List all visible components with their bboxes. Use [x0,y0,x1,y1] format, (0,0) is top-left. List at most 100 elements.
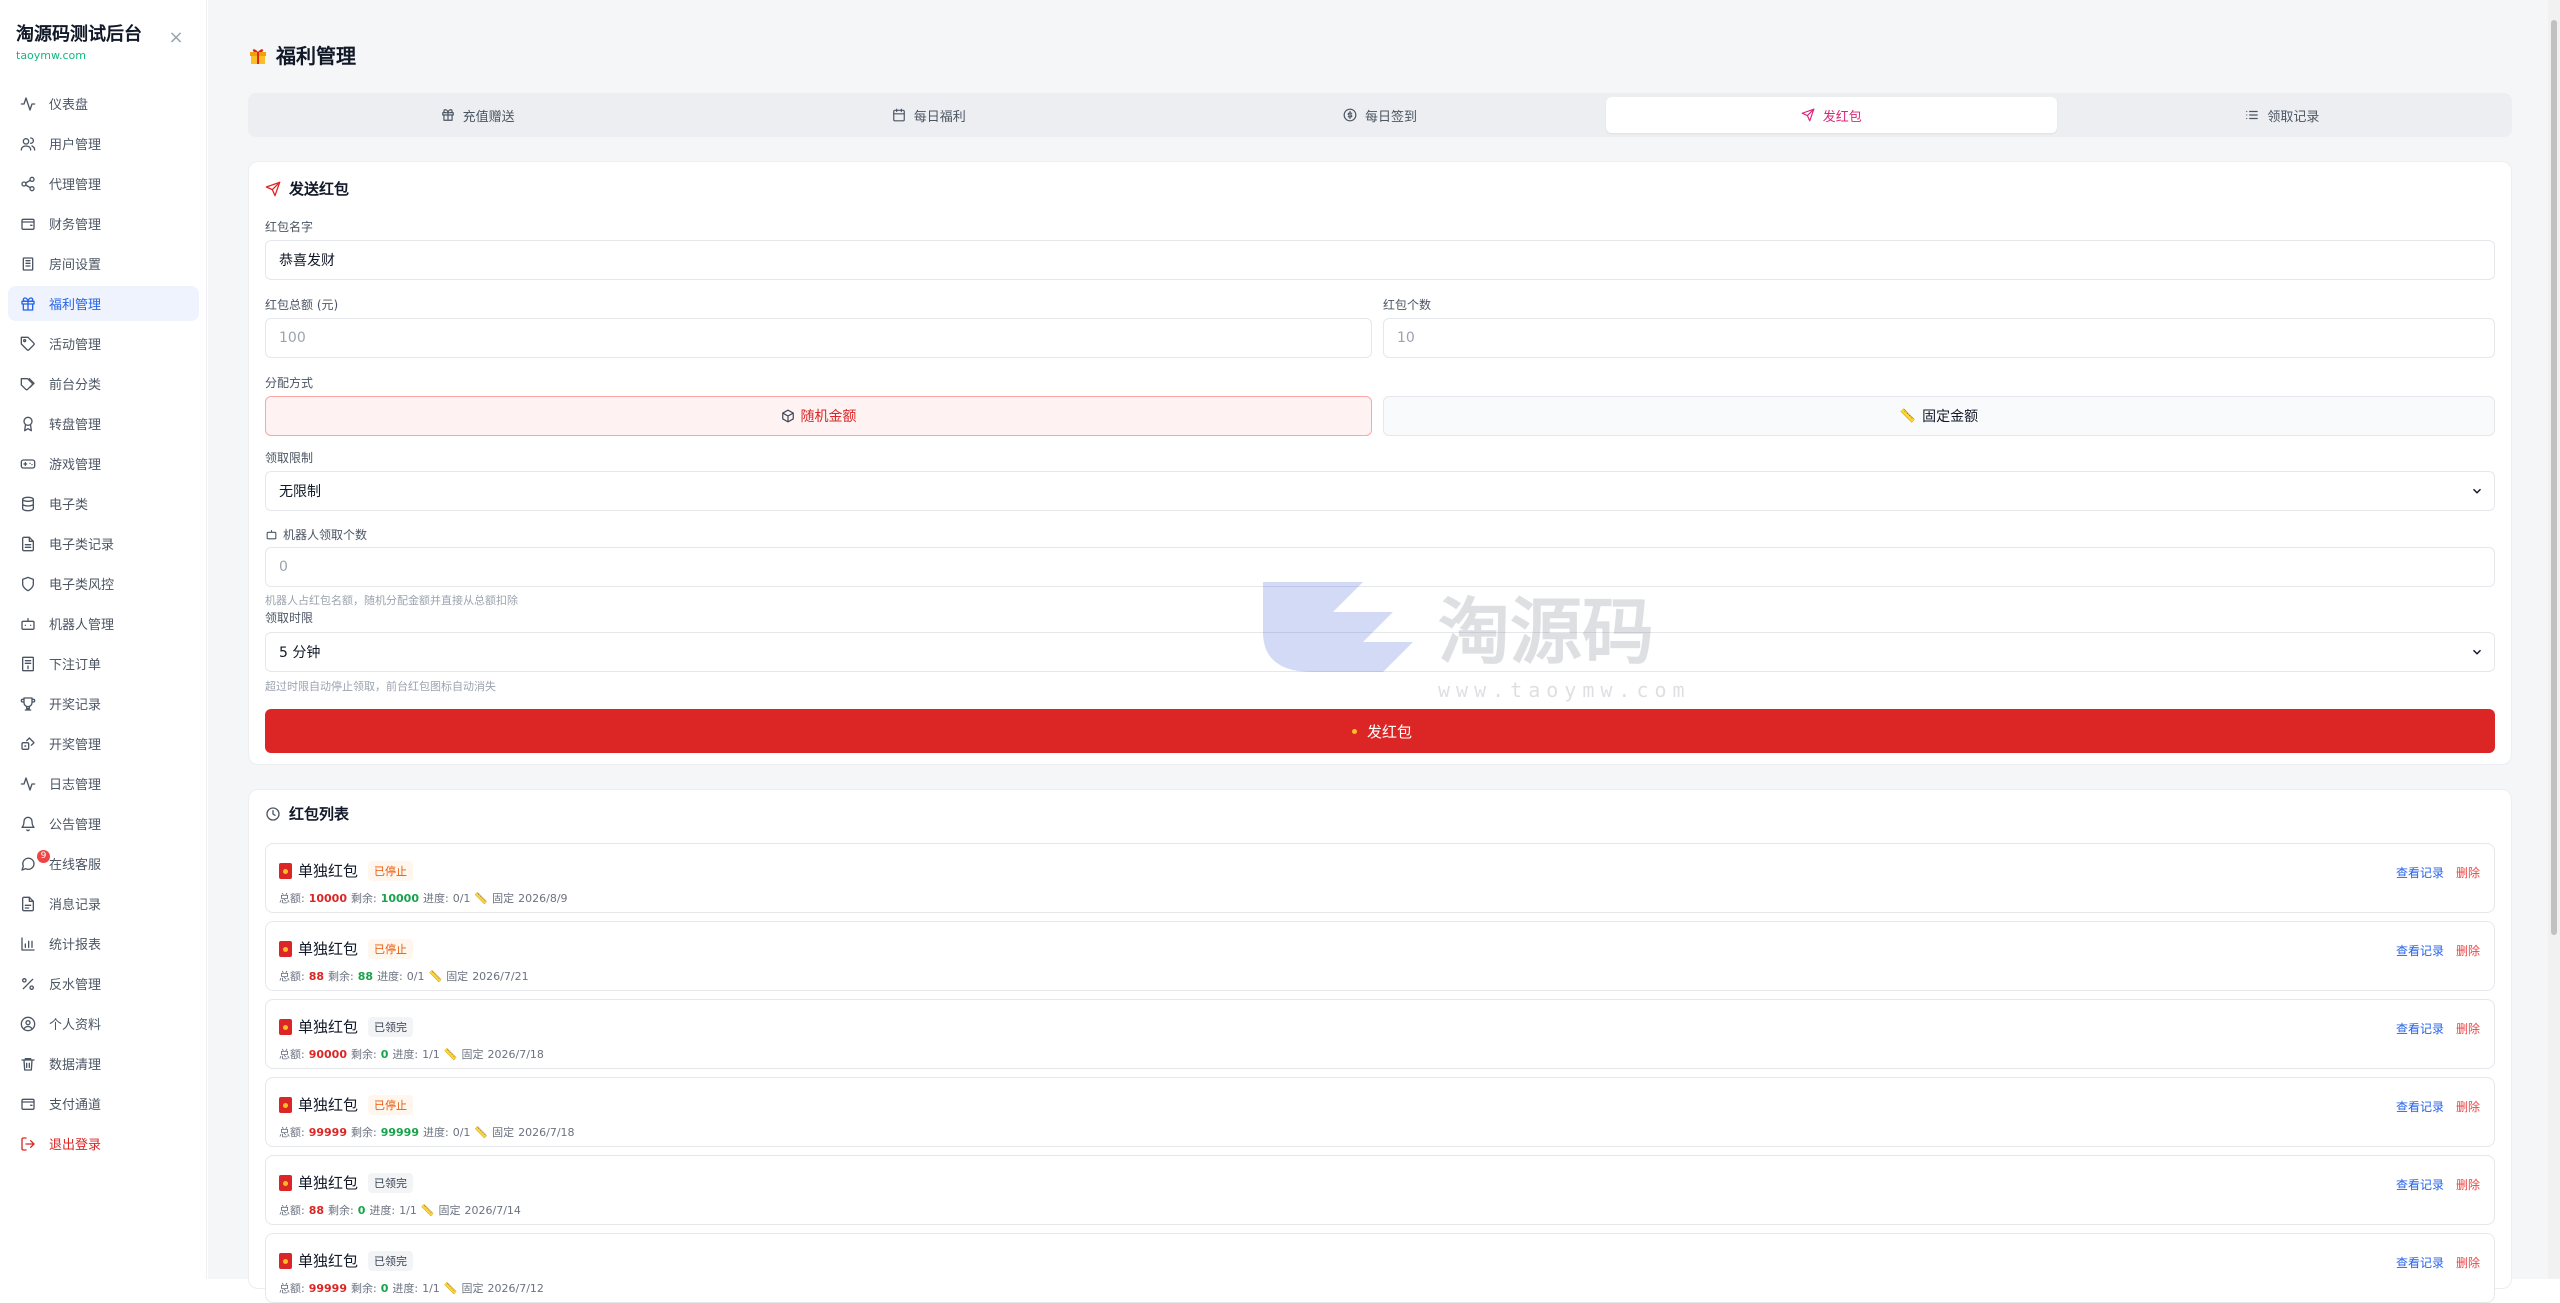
send-redpacket-button[interactable]: 发红包 [265,709,2495,753]
sidebar-item-5[interactable]: 福利管理 [8,286,199,321]
tag-icon [20,336,36,352]
sidebar-item-26[interactable]: 退出登录 [8,1126,199,1161]
view-records-link[interactable]: 查看记录 [2396,944,2444,958]
sidebar-item-11[interactable]: 电子类记录 [8,526,199,561]
sidebar-item-label: 仪表盘 [49,98,89,113]
sidebar-item-10[interactable]: 电子类 [8,486,199,521]
amount-label: 红包总额 (元) [265,298,339,312]
date: 2026/7/18 [518,1125,575,1139]
mode: 固定 [461,1282,484,1295]
delete-link[interactable]: 删除 [2456,944,2480,958]
tab-0[interactable]: 充值赠送 [252,97,703,133]
time-hint: 超过时限自动停止领取，前台红包图标自动消失 [265,680,496,693]
redpacket-name: 单独红包 已领完 [279,1016,414,1037]
sidebar-item-25[interactable]: 支付通道 [8,1086,199,1121]
delete-link[interactable]: 删除 [2456,1256,2480,1270]
name-label: 红包名字 [265,220,314,234]
ruler-icon: 📏 [443,1047,458,1061]
message-icon [21,857,35,871]
sidebar-item-17[interactable]: 日志管理 [8,766,199,801]
tab-label: 发红包 [1822,109,1862,125]
sidebar-item-label: 数据清理 [49,1058,102,1073]
sidebar-item-7[interactable]: 前台分类 [8,366,199,401]
logout-icon [20,1136,36,1152]
sidebar-item-1[interactable]: 用户管理 [8,126,199,161]
view-records-link[interactable]: 查看记录 [2396,1100,2444,1114]
brand: 淘源码测试后台 taoymw.com [16,20,142,62]
gamepad-icon [20,456,36,472]
delete-link[interactable]: 删除 [2456,1100,2480,1114]
sidebar-item-6[interactable]: 活动管理 [8,326,199,361]
sidebar-item-label: 机器人管理 [49,618,115,633]
progress: 0/1 [452,1125,471,1139]
delete-link[interactable]: 删除 [2456,1178,2480,1192]
sidebar-item-24[interactable]: 数据清理 [8,1046,199,1081]
packet-count-input[interactable]: 10 [1383,318,2495,358]
sidebar-item-8[interactable]: 转盘管理 [8,406,199,441]
list-title: 红包列表 [265,803,349,824]
tags-icon [20,377,35,390]
sidebar-item-9[interactable]: 游戏管理 [8,446,199,481]
redpacket-name: 单独红包 已领完 [279,1250,414,1271]
sidebar-item-label: 统计报表 [49,938,102,953]
scroll-thumb[interactable] [2551,20,2557,935]
view-records-link[interactable]: 查看记录 [2396,1256,2444,1270]
sidebar-item-0[interactable]: 仪表盘 [8,86,199,121]
cube-icon [781,409,794,423]
redpacket-name-input[interactable]: 恭喜发财 [265,240,2495,280]
time-limit-select[interactable]: 5 分钟 [265,632,2495,672]
date: 2026/7/14 [464,1203,521,1217]
sidebar-item-21[interactable]: 统计报表 [8,926,199,961]
file-icon [22,896,34,911]
limit-label: 领取限制 [265,451,314,465]
tab-4[interactable]: 领取记录 [2057,97,2508,133]
robot-count-input[interactable]: 0 [265,547,2495,587]
wallet-icon [21,218,35,230]
app-subtitle: taoymw.com [16,49,86,62]
delete-link[interactable]: 删除 [2456,1022,2480,1036]
view-records-link[interactable]: 查看记录 [2396,866,2444,880]
date: 2026/7/21 [472,969,529,983]
sidebar-item-12[interactable]: 电子类风控 [8,566,199,601]
trash-icon [20,1056,36,1072]
close-sidebar-icon[interactable]: × [166,28,186,48]
redpacket-name: 单独红包 已领完 [279,1172,414,1193]
tab-1[interactable]: 每日福利 [703,97,1154,133]
sidebar-item-2[interactable]: 代理管理 [8,166,199,201]
tab-2[interactable]: 每日签到 [1154,97,1605,133]
remaining-amount: 88 [357,969,374,983]
sidebar-item-16[interactable]: 开奖管理 [8,726,199,761]
sidebar-item-label: 开奖管理 [49,738,102,753]
bot-icon [20,616,36,632]
sidebar-item-19[interactable]: 在线客服 9 [8,846,199,881]
sidebar-item-18[interactable]: 公告管理 [8,806,199,841]
view-records-link[interactable]: 查看记录 [2396,1178,2444,1192]
main-content: 福利管理 充值赠送 每日福利 每日签到 发红包 领取记录 发送红包 红包名字 恭喜发财 … [208,0,2548,1303]
sidebar-item-4[interactable]: 房间设置 [8,246,199,281]
sidebar-item-20[interactable]: 消息记录 [8,886,199,921]
sidebar-item-22[interactable]: 反水管理 [8,966,199,1001]
trophy-icon [20,696,36,712]
sidebar-item-3[interactable]: 财务管理 [8,206,199,241]
user-circle-icon [20,1016,36,1032]
remaining-amount: 0 [380,1047,389,1061]
claim-limit-select[interactable]: 无限制 [265,471,2495,511]
tab-3[interactable]: 发红包 [1605,97,2057,133]
file-text-icon [20,536,36,552]
sidebar-item-label: 退出登录 [49,1138,102,1153]
sidebar-item-13[interactable]: 机器人管理 [8,606,199,641]
fixed-amount-button[interactable]: 📏 固定金额 [1383,396,2495,436]
logout-icon [21,1136,35,1151]
gift-icon [441,109,454,121]
pulse-icon [20,776,36,792]
view-records-link[interactable]: 查看记录 [2396,1022,2444,1036]
sidebar-item-14[interactable]: 下注订单 [8,646,199,681]
delete-link[interactable]: 删除 [2456,866,2480,880]
progress: 1/1 [422,1047,440,1061]
redpacket-meta: 总额: 88 剩余: 88 进度: 0/1 📏 固定 2026/7/21 [279,969,529,984]
total-amount-input[interactable]: 100 [265,318,1372,358]
sidebar-item-15[interactable]: 开奖记录 [8,686,199,721]
random-amount-button[interactable]: 随机金额 [265,396,1372,436]
sidebar-item-23[interactable]: 个人资料 [8,1006,199,1041]
scrollbar[interactable] [2548,0,2560,1279]
